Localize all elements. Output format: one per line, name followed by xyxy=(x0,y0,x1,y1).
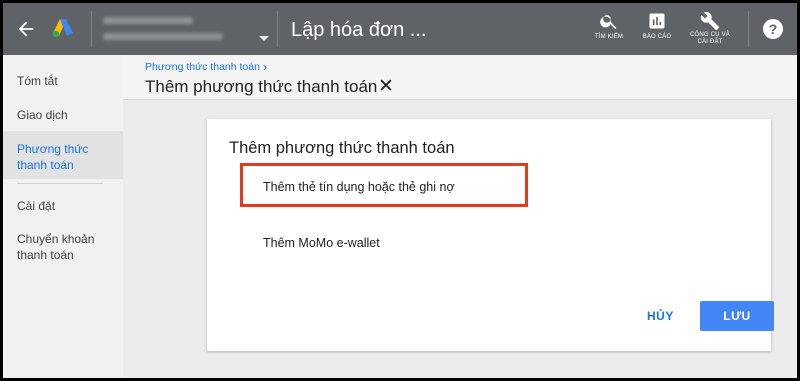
add-card-option[interactable]: Thêm thẻ tín dụng hoặc thẻ ghi nợ xyxy=(263,180,455,194)
add-momo-option[interactable]: Thêm MoMo e-wallet xyxy=(263,236,380,250)
sidebar-item-label-line1: Chuyển khoản xyxy=(17,232,95,246)
wrench-icon xyxy=(700,11,720,31)
sidebar-item-label-line2: thanh toán xyxy=(17,158,74,172)
page-header: Phương thức thanh toán › Thêm phương thứ… xyxy=(123,55,797,100)
blurred-account-id xyxy=(103,33,223,40)
sidebar-item-transactions[interactable]: Giao dịch xyxy=(3,107,123,123)
tools-label-line2: CÀI ĐẶT xyxy=(697,39,723,45)
sidebar-item-label: Tóm tắt xyxy=(17,74,58,88)
sidebar-item-summary[interactable]: Tóm tắt xyxy=(3,73,123,89)
sidebar-item-label: Giao dịch xyxy=(17,108,68,122)
close-icon[interactable]: ✕ xyxy=(378,75,394,98)
caret-down-icon xyxy=(259,36,269,41)
header-divider xyxy=(91,11,92,47)
sidebar: Tóm tắt Giao dịch Phương thức thanh toán… xyxy=(3,55,123,378)
breadcrumb[interactable]: Phương thức thanh toán xyxy=(145,61,260,73)
sidebar-item-payment-methods[interactable]: Phương thức thanh toán xyxy=(3,131,123,179)
search-icon xyxy=(600,15,617,29)
page-title: Lập hóa đơn ... xyxy=(291,19,427,41)
reports-tool-label: BÁO CÁO xyxy=(642,34,672,40)
tools-settings-button[interactable]: CÔNG CỤ VÀ CÀI ĐẶT xyxy=(680,11,740,51)
sidebar-divider xyxy=(17,183,103,184)
sub-page-title: Thêm phương thức thanh toán xyxy=(145,77,378,96)
cancel-button[interactable]: HỦY xyxy=(647,309,674,323)
back-arrow-icon[interactable] xyxy=(15,18,37,40)
sidebar-item-settings[interactable]: Cài đặt xyxy=(3,198,123,214)
header-divider xyxy=(277,11,278,47)
header-divider xyxy=(748,11,749,47)
bar-chart-icon xyxy=(649,13,665,29)
save-button[interactable]: LƯU xyxy=(700,301,774,331)
top-bar: Lập hóa đơn ... TÌM KIẾM BÁO CÁO CÔNG CỤ… xyxy=(3,3,797,55)
chevron-right-icon: › xyxy=(263,60,267,74)
blurred-account-name xyxy=(103,17,193,24)
sidebar-item-label-line2: thanh toán xyxy=(17,248,74,262)
sidebar-item-label-line1: Phương thức xyxy=(17,142,89,156)
card-title: Thêm phương thức thanh toán xyxy=(229,139,455,157)
sidebar-item-payment-transfer[interactable]: Chuyển khoản thanh toán xyxy=(3,231,123,263)
main-content: Phương thức thanh toán › Thêm phương thứ… xyxy=(123,55,797,378)
google-ads-logo[interactable] xyxy=(51,16,75,40)
tools-label-line1: CÔNG CỤ VÀ xyxy=(689,32,730,38)
reports-tool-button[interactable]: BÁO CÁO xyxy=(627,11,687,51)
sidebar-item-label: Cài đặt xyxy=(17,199,56,213)
account-switcher[interactable] xyxy=(103,13,269,45)
add-payment-method-card: Thêm phương thức thanh toán Thêm thẻ tín… xyxy=(207,119,774,351)
help-icon[interactable]: ? xyxy=(763,19,783,39)
app-frame: Lập hóa đơn ... TÌM KIẾM BÁO CÁO CÔNG CỤ… xyxy=(3,3,797,378)
